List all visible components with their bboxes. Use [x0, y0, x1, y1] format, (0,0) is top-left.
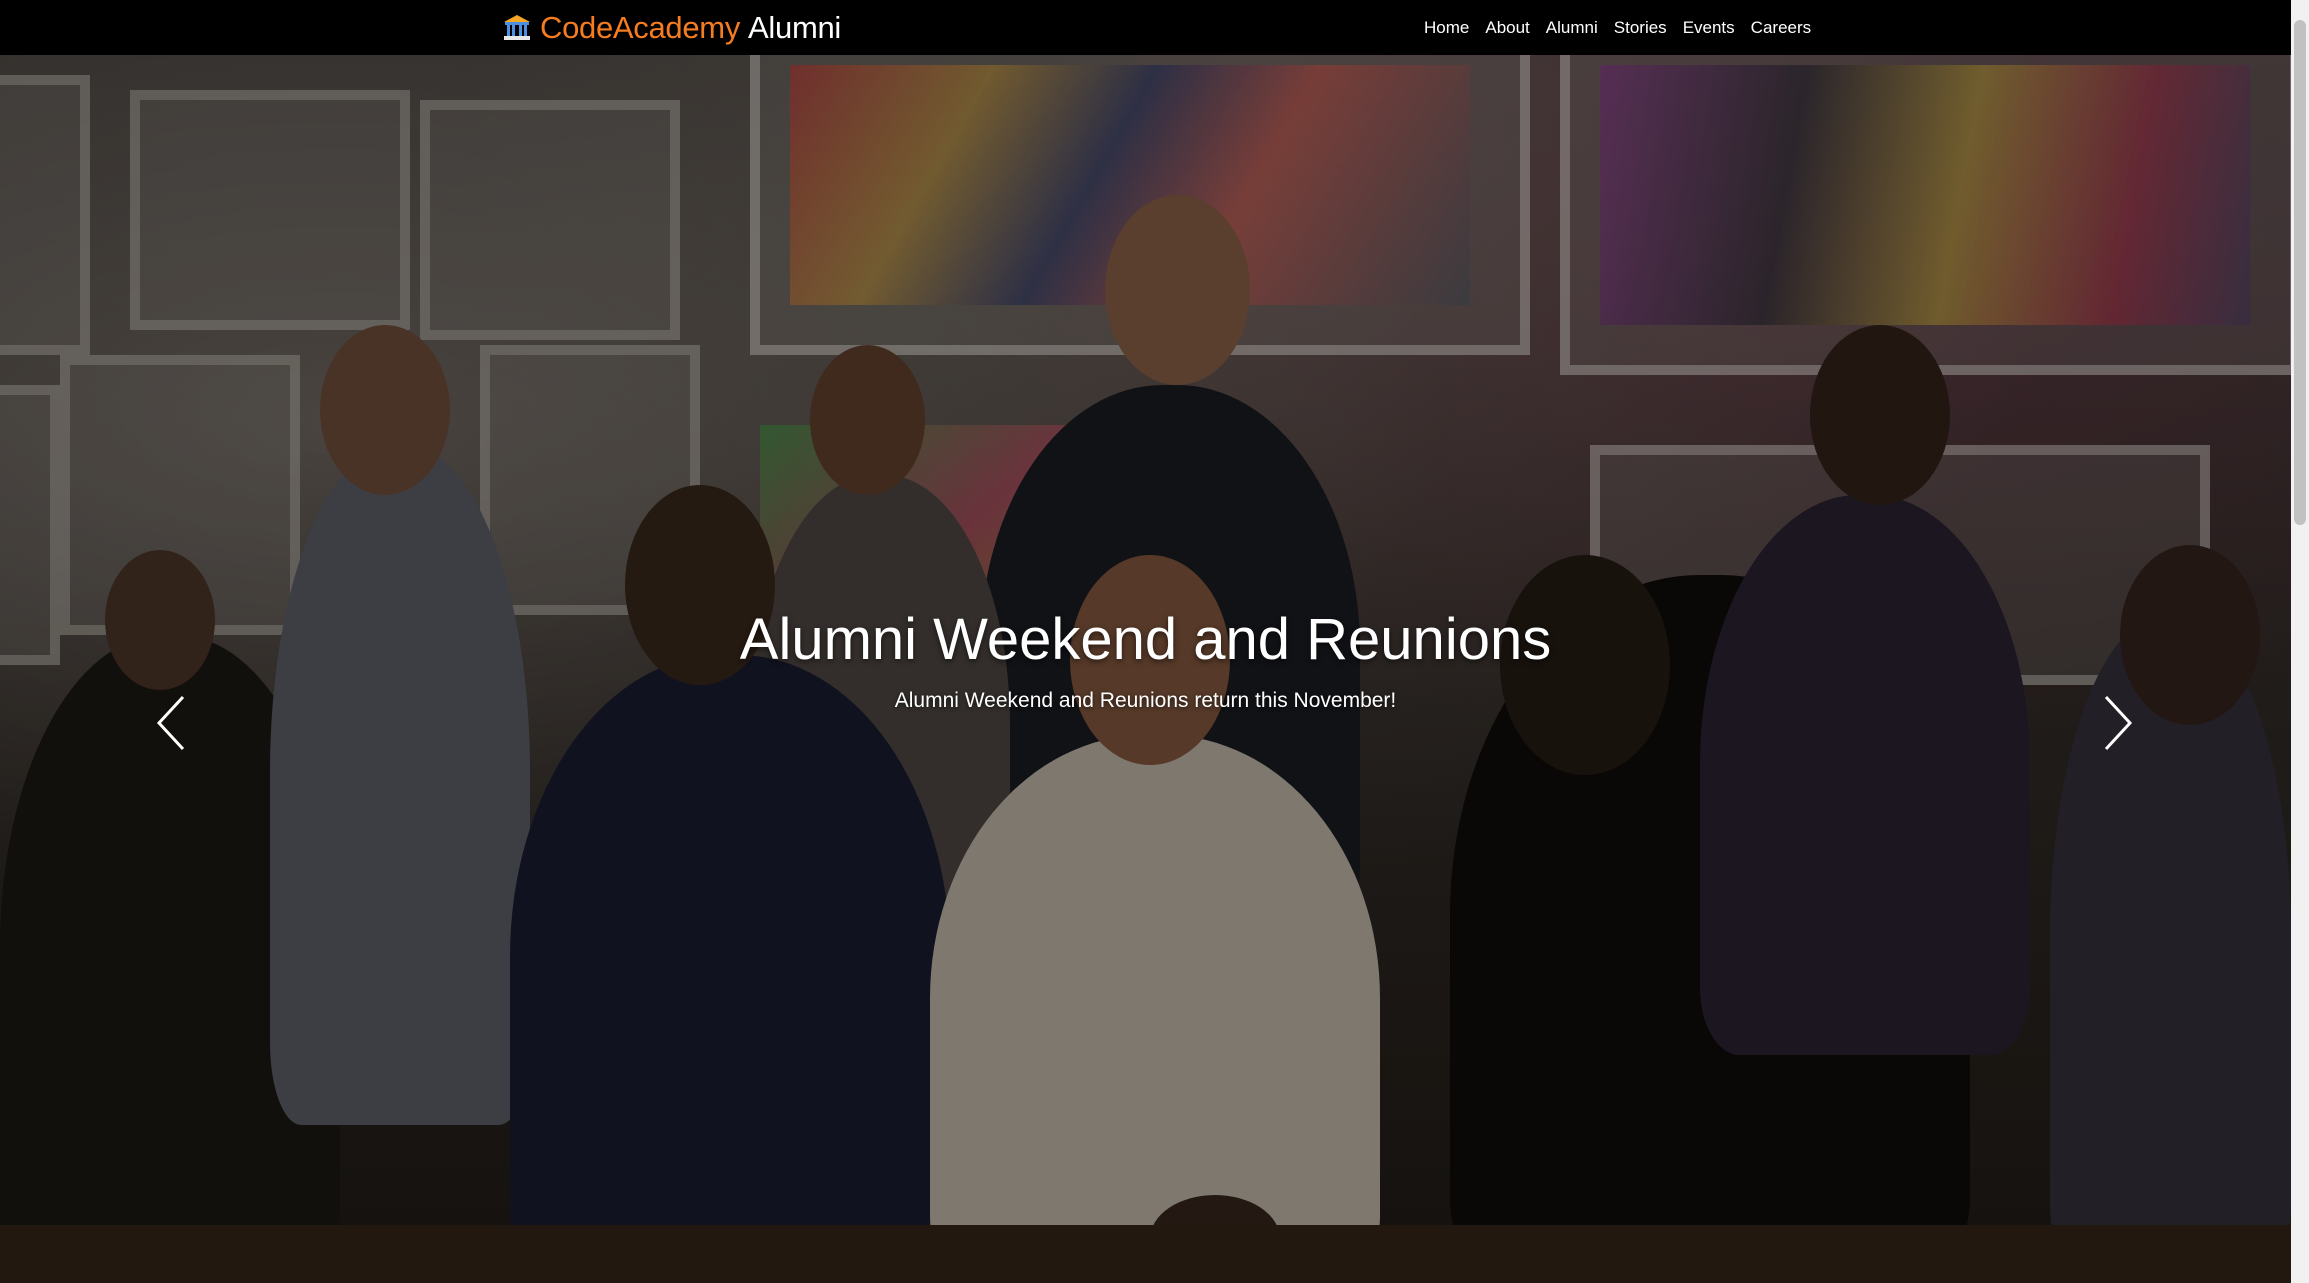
navbar: CodeAcademy Alumni Home About Alumni Sto…: [0, 0, 2291, 55]
nav-link-events[interactable]: Events: [1675, 18, 1743, 38]
carousel-caption-text: Alumni Weekend and Reunions return this …: [894, 689, 1397, 712]
scrollbar-thumb[interactable]: [2294, 20, 2306, 525]
chevron-left-icon: [156, 695, 186, 756]
brand-name-main: CodeAcademy: [540, 10, 741, 45]
nav-link-stories[interactable]: Stories: [1606, 18, 1675, 38]
brand-name-sub: Alumni: [748, 10, 842, 45]
brand-logo-link[interactable]: CodeAcademy Alumni: [502, 10, 841, 46]
hero-carousel: Alumni Weekend and Reunions Alumni Weeke…: [0, 55, 2291, 1283]
nav-link-alumni[interactable]: Alumni: [1538, 18, 1606, 38]
main-nav: Home About Alumni Stories Events Careers: [1416, 0, 1819, 55]
chevron-right-icon: [2103, 695, 2133, 756]
carousel-prev-button[interactable]: [148, 695, 194, 755]
carousel-caption: Alumni Weekend and Reunions Alumni Weeke…: [0, 606, 2291, 713]
carousel-caption-title: Alumni Weekend and Reunions: [739, 607, 1552, 672]
carousel-next-button[interactable]: [2095, 695, 2141, 755]
nav-link-home[interactable]: Home: [1416, 18, 1477, 38]
nav-link-careers[interactable]: Careers: [1743, 18, 1819, 38]
nav-link-about[interactable]: About: [1477, 18, 1537, 38]
page-scrollbar[interactable]: [2291, 0, 2309, 1283]
institution-building-icon: [502, 13, 532, 43]
